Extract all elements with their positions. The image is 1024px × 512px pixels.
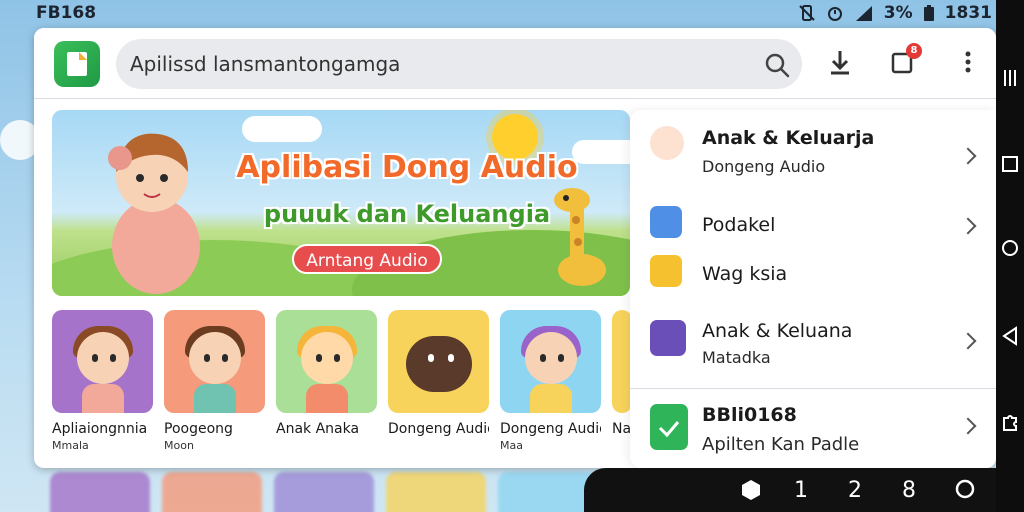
battery-icon xyxy=(923,4,935,22)
circle-icon[interactable] xyxy=(954,478,976,506)
panel-item-title: Anak & Keluarja xyxy=(702,127,875,149)
tile-thumbnail xyxy=(164,310,265,413)
panel-item-title: Wag ksia xyxy=(702,263,788,285)
mute-vibrate-icon xyxy=(798,4,816,22)
app-card: Apilissd lansmantongamga 8 Aplibasi Dong… xyxy=(34,28,996,468)
panel-item[interactable]: Anak & Keluarja Dongeng Audio xyxy=(630,110,996,190)
search-icon[interactable] xyxy=(764,52,790,82)
shield-icon[interactable] xyxy=(740,478,762,508)
tile-sublabel: Mmala xyxy=(52,439,89,452)
panel-item[interactable]: Wag ksia xyxy=(630,250,996,298)
tile-6[interactable]: Na xyxy=(612,310,632,452)
clock: 1831 xyxy=(944,3,992,23)
panel-item-subtitle: Matadka xyxy=(702,348,771,367)
tile-label: Poogeong xyxy=(164,421,233,437)
panel-item-subtitle: Dongeng Audio xyxy=(702,157,826,176)
tile-label: Apliaiongnnia xyxy=(52,421,148,437)
top-app-bar: Apilissd lansmantongamga 8 xyxy=(34,28,996,98)
background-tiles xyxy=(50,472,598,512)
tile-label: Na xyxy=(612,421,632,437)
panel-item-subtitle: Apilten Kan Padle xyxy=(702,434,860,455)
green-app-icon xyxy=(650,404,688,450)
search-input[interactable]: Apilissd lansmantongamga xyxy=(130,52,400,76)
girl-character-illustration xyxy=(108,133,200,294)
home-icon[interactable] xyxy=(1000,238,1020,258)
tile-sublabel: Moon xyxy=(164,439,194,452)
tile-thumbnail xyxy=(388,310,489,413)
panel-item-title: Anak & Keluana xyxy=(702,320,853,342)
bottom-control-bar: 1 2 8 xyxy=(584,468,996,512)
status-bar: FB168 3% 1831 xyxy=(0,0,1000,28)
status-label: FB168 xyxy=(36,3,97,23)
tile-2[interactable]: Poogeong Moon xyxy=(164,310,265,452)
giraffe-illustration xyxy=(554,188,606,286)
signal-icon xyxy=(854,4,874,22)
tile-thumbnail xyxy=(276,310,377,413)
panel-item[interactable]: BBli0168 Apilten Kan Padle xyxy=(630,394,996,464)
tile-label: Dongeng Audio xyxy=(388,421,489,437)
tile-4[interactable]: Dongeng Audio xyxy=(388,310,489,452)
battery-percent: 3% xyxy=(883,3,913,23)
more-options-icon[interactable] xyxy=(954,48,982,78)
tile-label: Dongeng Audio xyxy=(500,421,601,437)
tile-3[interactable]: Anak Anaka xyxy=(276,310,377,452)
recents-icon[interactable] xyxy=(1000,154,1020,174)
chevron-right-icon xyxy=(959,332,977,350)
panel-item-title: BBli0168 xyxy=(702,404,797,426)
banner-subtitle: puuuk dan Keluangia xyxy=(263,200,551,228)
banner-title: Aplibasi Dong Audio xyxy=(236,150,578,185)
panel-item[interactable]: Podakel xyxy=(630,200,996,248)
category-tiles: Apliaiongnnia Mmala Poogeong Moon Anak A… xyxy=(52,310,632,452)
document-icon xyxy=(650,206,682,238)
tile-5[interactable]: Dongeng Audio Maa xyxy=(500,310,601,452)
tile-1[interactable]: Apliaiongnnia Mmala xyxy=(52,310,153,452)
banner-audio-button[interactable]: Arntang Audio xyxy=(292,244,442,274)
tile-sublabel: Maa xyxy=(500,439,523,452)
system-nav-bar xyxy=(996,0,1024,512)
bottom-bar-item[interactable]: 8 xyxy=(902,478,916,503)
child-avatar-icon xyxy=(650,126,684,160)
topbar-divider xyxy=(34,98,996,99)
panel-divider xyxy=(630,388,996,389)
tile-thumbnail xyxy=(52,310,153,413)
chevron-right-icon xyxy=(959,217,977,235)
chevron-right-icon xyxy=(959,147,977,165)
tile-label: Anak Anaka xyxy=(276,421,360,437)
notification-badge: 8 xyxy=(906,43,922,59)
alarm-icon xyxy=(826,4,844,22)
note-icon xyxy=(650,255,682,287)
tile-thumbnail xyxy=(500,310,601,413)
search-bar[interactable]: Apilissd lansmantongamga xyxy=(116,39,802,89)
tile-thumbnail xyxy=(612,310,632,413)
featured-banner[interactable]: Aplibasi Dong Audio puuuk dan Keluangia … xyxy=(52,110,630,296)
microphone-icon[interactable] xyxy=(826,48,854,78)
character-app-icon xyxy=(650,320,686,356)
menu-icon[interactable] xyxy=(1000,68,1020,88)
app-logo-icon[interactable] xyxy=(54,41,100,87)
notifications-icon[interactable]: 8 xyxy=(890,43,922,78)
puzzle-icon[interactable] xyxy=(1000,412,1020,432)
bottom-bar-item[interactable]: 1 xyxy=(794,478,808,503)
panel-item[interactable]: Anak & Keluana Matadka xyxy=(630,310,996,380)
chevron-right-icon xyxy=(959,417,977,435)
bottom-bar-item[interactable]: 2 xyxy=(848,478,862,503)
side-panel: Anak & Keluarja Dongeng Audio Podakel Wa… xyxy=(630,110,996,468)
back-icon[interactable] xyxy=(1000,326,1020,346)
panel-item-title: Podakel xyxy=(702,214,776,236)
